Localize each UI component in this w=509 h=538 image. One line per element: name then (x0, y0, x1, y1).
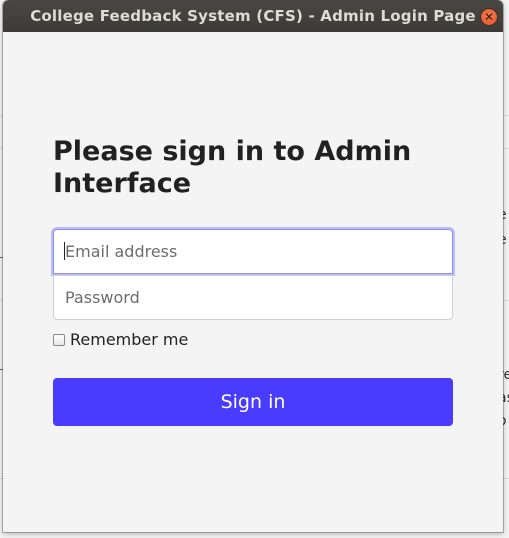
text-cursor (64, 242, 65, 260)
page-title: Please sign in to Admin Interface (53, 136, 412, 199)
close-icon: ✕ (483, 10, 495, 24)
remember-me-row[interactable]: Remember me (53, 330, 188, 349)
remember-me-label[interactable]: Remember me (70, 330, 188, 349)
close-button[interactable]: ✕ (480, 8, 498, 26)
login-form: Please sign in to Admin Interface Rememb… (3, 32, 503, 532)
title-bar[interactable]: College Feedback System (CFS) - Admin Lo… (3, 0, 503, 32)
remember-me-checkbox[interactable] (53, 333, 65, 346)
login-dialog: College Feedback System (CFS) - Admin Lo… (3, 0, 503, 532)
window-title: College Feedback System (CFS) - Admin Lo… (30, 7, 476, 25)
email-field[interactable] (53, 229, 453, 274)
sign-in-button[interactable]: Sign in (53, 378, 453, 426)
password-field[interactable] (53, 275, 453, 320)
